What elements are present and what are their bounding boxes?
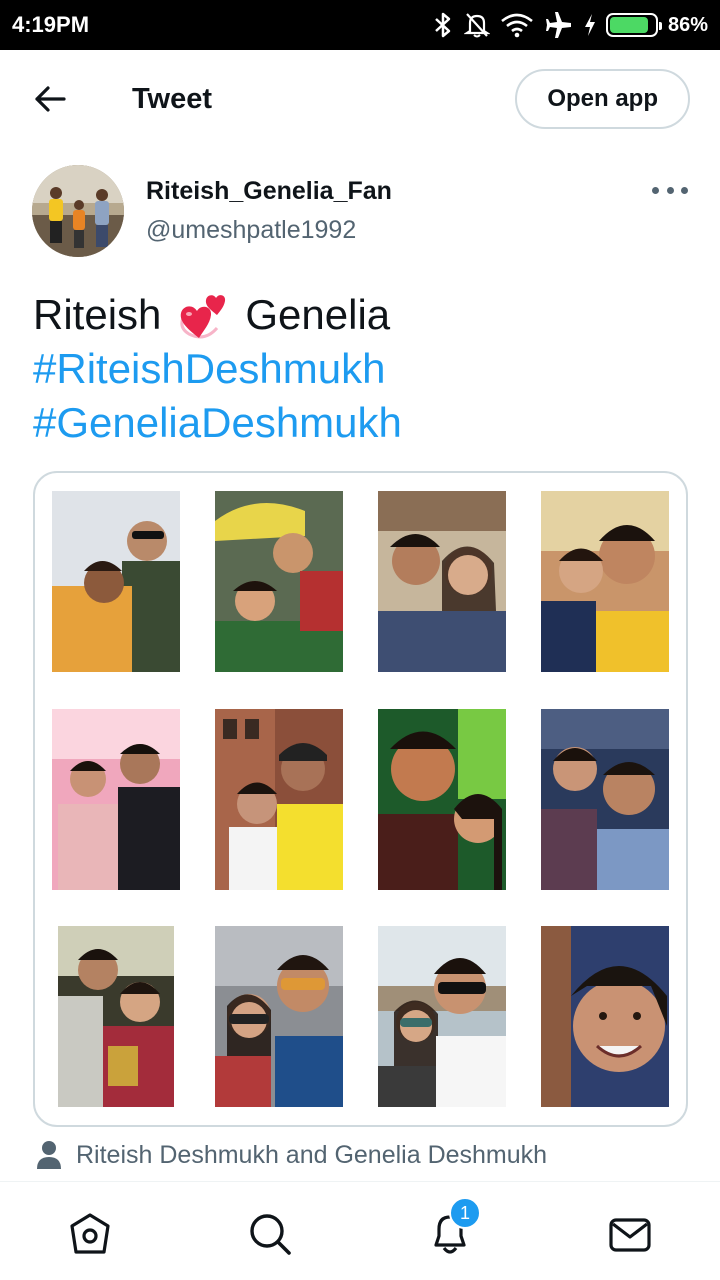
search-icon[interactable] — [248, 1212, 292, 1256]
tagged-people-label: Riteish Deshmukh and Genelia Deshmukh — [76, 1140, 548, 1169]
open-app-button[interactable]: Open app — [515, 69, 690, 129]
notification-badge: 1 — [449, 1197, 481, 1229]
collage-photo — [541, 491, 669, 672]
collage-photo — [378, 709, 506, 890]
home-icon[interactable] — [68, 1212, 112, 1256]
author-handle[interactable]: @umeshpatle1992 — [146, 216, 392, 245]
charging-icon — [584, 14, 595, 36]
tweet-text-part: Riteish — [33, 291, 162, 338]
collage-photo — [378, 491, 506, 672]
bottom-nav — [0, 1181, 720, 1280]
avatar[interactable] — [32, 165, 124, 257]
status-icons: 86% — [432, 11, 708, 39]
collage-photo — [215, 491, 343, 672]
collage-photo — [378, 926, 506, 1107]
tweet-text: Riteish Genelia #RiteishDeshmukh #Geneli… — [33, 288, 693, 450]
tweet-text-part: Genelia — [245, 291, 391, 338]
airplane-mode-icon — [545, 12, 571, 38]
back-button[interactable] — [30, 79, 70, 119]
collage-photo — [52, 709, 180, 890]
tweet-author: Riteish_Genelia_Fan @umeshpatle1992 — [32, 165, 692, 257]
collage-photo — [215, 926, 343, 1107]
wifi-icon — [501, 13, 533, 38]
top-header: Tweet Open app — [0, 50, 720, 148]
person-icon — [37, 1141, 61, 1169]
battery-icon — [605, 13, 662, 37]
mute-notifications-icon — [463, 13, 490, 38]
tweet-text-line: Riteish Genelia — [33, 288, 693, 342]
hashtag-link[interactable]: #GeneliaDeshmukh — [33, 396, 693, 450]
battery-percent: 86% — [667, 13, 708, 36]
tagged-people[interactable]: Riteish Deshmukh and Genelia Deshmukh — [36, 1137, 547, 1173]
status-time: 4:19PM — [12, 12, 90, 37]
arrow-left-icon — [35, 86, 66, 112]
author-names: Riteish_Genelia_Fan @umeshpatle1992 — [146, 165, 392, 257]
collage-photo — [215, 709, 343, 890]
tweet-media[interactable] — [33, 471, 688, 1127]
battery-fill — [609, 17, 648, 33]
status-bar: 4:19PM 86% — [0, 0, 720, 50]
more-options-icon[interactable] — [652, 183, 688, 197]
collage-photo — [52, 491, 180, 672]
page-title: Tweet — [132, 82, 213, 115]
author-name[interactable]: Riteish_Genelia_Fan — [146, 177, 392, 206]
collage-photo — [541, 709, 669, 890]
messages-icon[interactable] — [608, 1212, 652, 1256]
revolving-hearts-emoji — [180, 295, 226, 339]
collage-photo — [58, 926, 174, 1107]
bluetooth-icon — [435, 12, 451, 38]
hashtag-link[interactable]: #RiteishDeshmukh — [33, 342, 693, 396]
collage-photo — [541, 926, 669, 1107]
